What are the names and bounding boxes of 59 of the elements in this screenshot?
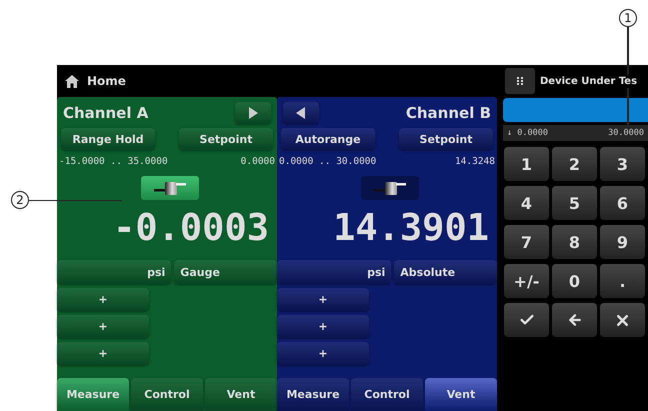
channel-switch-button[interactable]: [283, 102, 319, 124]
left-triangle-icon: [296, 107, 306, 119]
add-button[interactable]: +: [277, 342, 369, 365]
keypad-key[interactable]: 7: [504, 225, 549, 259]
range-low-text: ↓ 0.0000: [507, 128, 548, 138]
keypad-key[interactable]: .: [600, 264, 645, 298]
setpoint-button[interactable]: Setpoint: [179, 128, 273, 150]
value-input-field[interactable]: [503, 98, 648, 122]
keypad-key[interactable]: 5: [552, 186, 597, 220]
keypad-key[interactable]: 2: [552, 147, 597, 181]
range-text: 0.0000 .. 30.0000: [279, 156, 376, 167]
add-button[interactable]: +: [277, 315, 369, 338]
right-triangle-icon: [248, 107, 258, 119]
menu-button[interactable]: [505, 68, 535, 94]
setpoint-value: 14.3248: [454, 156, 495, 167]
channel-switch-button[interactable]: [235, 102, 271, 124]
mode-tab[interactable]: Control: [131, 378, 203, 411]
back-key[interactable]: [552, 303, 597, 337]
mode-tab[interactable]: Measure: [277, 378, 349, 411]
mode-button[interactable]: Absolute: [394, 260, 497, 284]
keypad-title: Device Under Tes: [540, 74, 638, 88]
pressure-reading: -0.0003: [112, 205, 270, 251]
mode-button[interactable]: Gauge: [174, 260, 277, 284]
add-button[interactable]: +: [57, 342, 149, 365]
unit-button[interactable]: psi: [277, 260, 392, 284]
keypad-key[interactable]: 9: [600, 225, 645, 259]
pressure-reading: 14.3901: [332, 205, 490, 251]
keypad-key[interactable]: 8: [552, 225, 597, 259]
add-button[interactable]: +: [57, 315, 149, 338]
add-button[interactable]: +: [57, 288, 149, 311]
unit-button[interactable]: psi: [57, 260, 172, 284]
valve-button[interactable]: [141, 176, 199, 200]
grid-dots-icon: [517, 77, 523, 85]
channel-title: Channel A: [63, 104, 148, 122]
mode-tab[interactable]: Measure: [57, 378, 129, 411]
callout-marker: 2: [11, 191, 29, 209]
enter-key[interactable]: [504, 303, 549, 337]
mode-tab[interactable]: Control: [351, 378, 423, 411]
clear-key[interactable]: [600, 303, 645, 337]
keypad-key[interactable]: 4: [504, 186, 549, 220]
range-mode-button[interactable]: Autorange: [281, 128, 375, 150]
range-text: -15.0000 .. 35.0000: [59, 156, 168, 167]
channel-title: Channel B: [406, 104, 491, 122]
keypad-key[interactable]: 6: [600, 186, 645, 220]
range-mode-button[interactable]: Range Hold: [61, 128, 155, 150]
mode-tab[interactable]: Vent: [205, 378, 277, 411]
keypad-key[interactable]: 3: [600, 147, 645, 181]
mode-tab[interactable]: Vent: [425, 378, 497, 411]
keypad-key[interactable]: +/-: [504, 264, 549, 298]
add-button[interactable]: +: [277, 288, 369, 311]
range-high-text: 30.0000: [608, 128, 644, 138]
keypad-key[interactable]: 0: [552, 264, 597, 298]
valve-button[interactable]: [361, 176, 419, 200]
setpoint-value: 0.0000: [240, 156, 275, 167]
screen-title: Home: [87, 74, 126, 88]
callout-marker: 1: [619, 9, 637, 27]
setpoint-button[interactable]: Setpoint: [399, 128, 493, 150]
keypad-key[interactable]: 1: [504, 147, 549, 181]
home-icon: [65, 74, 79, 88]
